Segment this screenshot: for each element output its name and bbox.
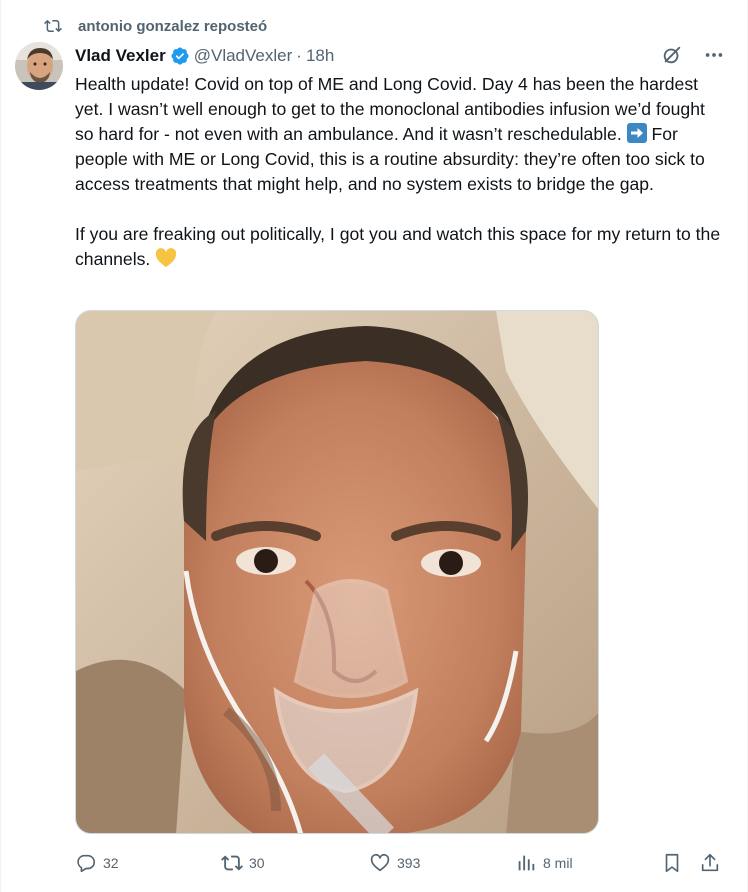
grok-icon[interactable] xyxy=(661,44,683,66)
post-time[interactable]: 18h xyxy=(306,46,334,66)
share-button[interactable] xyxy=(699,850,727,876)
repost-label[interactable]: antonio gonzalez reposteó xyxy=(78,18,267,35)
post-image[interactable] xyxy=(75,310,599,834)
post-text: Health update! Covid on top of ME and Lo… xyxy=(75,72,727,272)
post-menu-icons xyxy=(661,44,725,66)
repost-button[interactable]: 30 xyxy=(221,850,265,876)
repost-icon xyxy=(42,16,64,36)
author-handle[interactable]: @VladVexler xyxy=(194,46,293,66)
post-text-part-1: Health update! Covid on top of ME and Lo… xyxy=(75,74,705,144)
views-count: 8 mil xyxy=(543,855,573,871)
post-paragraph-2: If you are freaking out politically, I g… xyxy=(75,222,727,272)
separator-dot: · xyxy=(296,46,302,65)
like-count: 393 xyxy=(397,855,421,871)
repost-indicator[interactable]: antonio gonzalez reposteó xyxy=(42,16,267,36)
bookmark-button[interactable] xyxy=(661,850,689,876)
reply-icon xyxy=(77,854,96,873)
action-bar: 32 30 393 8 mil xyxy=(75,850,727,876)
views-button[interactable]: 8 mil xyxy=(515,850,573,876)
repost-icon xyxy=(221,855,243,871)
arrow-right-emoji-icon xyxy=(626,123,647,143)
bookmark-icon xyxy=(665,853,679,873)
verified-badge-icon[interactable] xyxy=(170,46,190,66)
heart-icon xyxy=(370,853,390,872)
reply-button[interactable]: 32 xyxy=(75,850,119,876)
reply-count: 32 xyxy=(103,855,119,871)
share-icon xyxy=(701,853,719,872)
yellow-heart-emoji-icon xyxy=(155,248,177,268)
repost-count: 30 xyxy=(249,855,265,871)
post-paragraph-1: Health update! Covid on top of ME and Lo… xyxy=(75,72,727,197)
author-name[interactable]: Vlad Vexler xyxy=(75,46,166,66)
more-icon[interactable] xyxy=(703,44,725,66)
views-icon xyxy=(518,855,535,871)
post-header: Vlad Vexler @VladVexler · 18h xyxy=(75,44,334,68)
avatar[interactable] xyxy=(15,42,63,90)
post-card[interactable]: antonio gonzalez reposteó Vlad Vexler @V… xyxy=(0,0,748,892)
like-button[interactable]: 393 xyxy=(369,850,420,876)
